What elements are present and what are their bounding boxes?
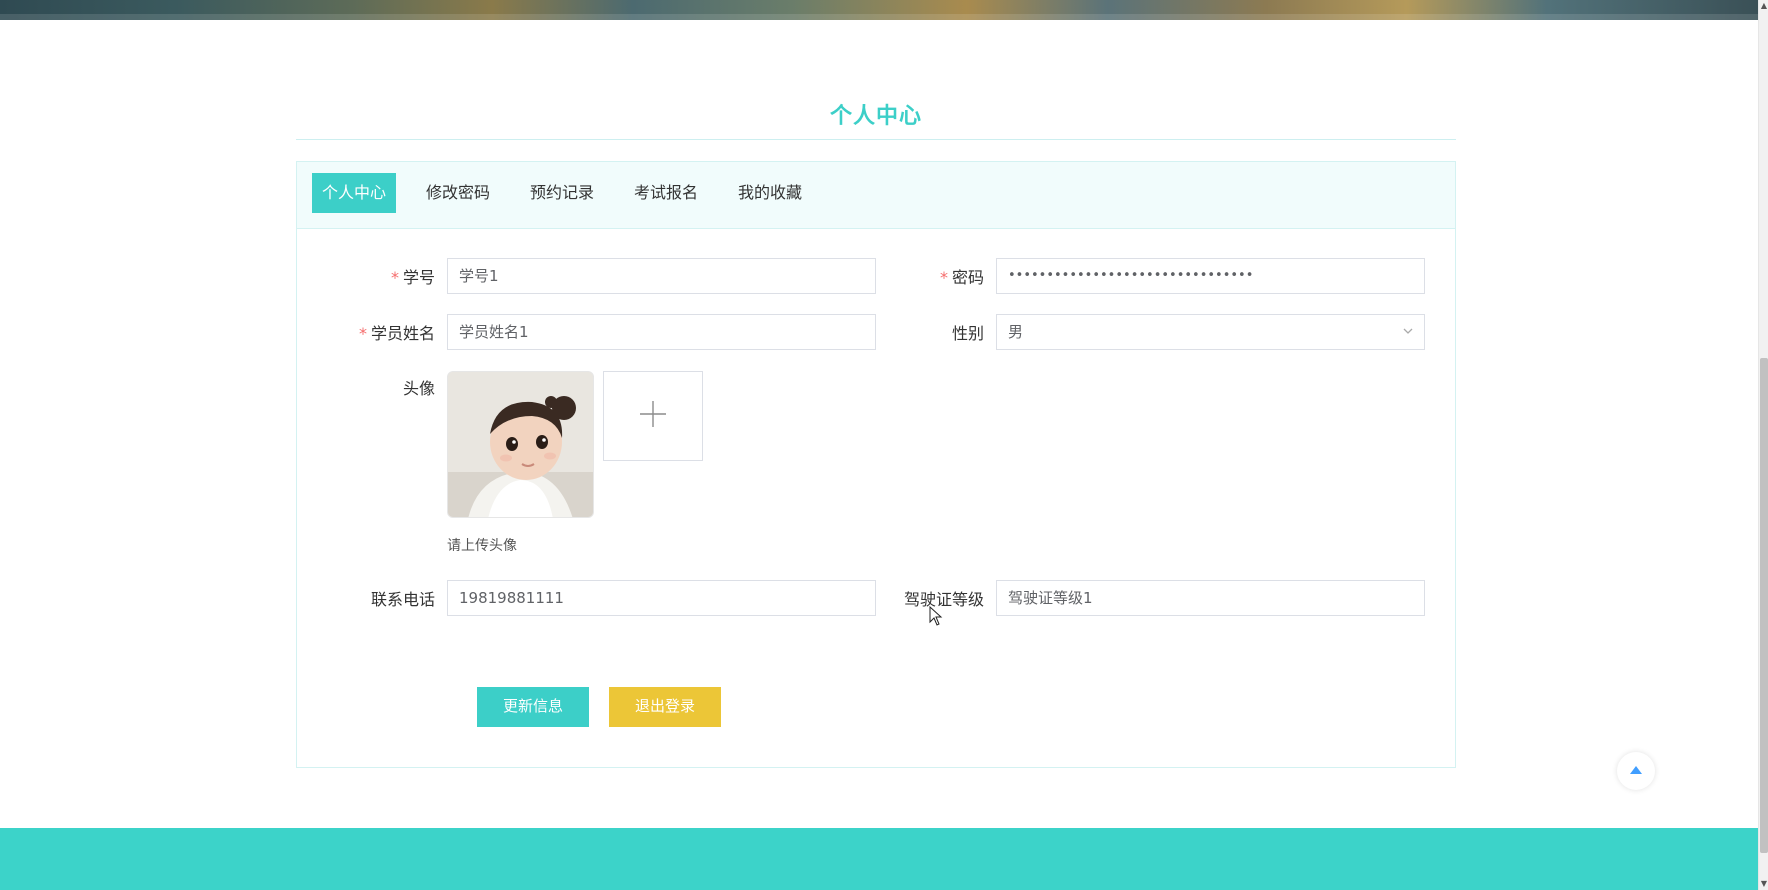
update-info-button[interactable]: 更新信息: [477, 687, 589, 727]
student-id-label: * 学号: [305, 264, 435, 288]
logout-button[interactable]: 退出登录: [609, 687, 721, 727]
tab-exam-registration[interactable]: 考试报名: [624, 173, 708, 213]
mouse-cursor-icon: [929, 605, 943, 626]
scroll-up-arrow-icon[interactable]: ▲: [1760, 2, 1768, 10]
scroll-down-arrow-icon[interactable]: ▼: [1760, 880, 1768, 888]
page-scrollbar[interactable]: ▲ ▼: [1758, 0, 1768, 890]
password-input[interactable]: ••••••••••••••••••••••••••••••••: [996, 258, 1425, 294]
gender-select[interactable]: 男: [996, 314, 1425, 350]
phone-input[interactable]: 19819881111: [447, 580, 876, 616]
tab-bar: 个人中心 修改密码 预约记录 考试报名 我的收藏: [297, 162, 1455, 229]
student-name-input[interactable]: 学员姓名1: [447, 314, 876, 350]
password-label: * 密码: [854, 264, 984, 288]
page-title: 个人中心: [829, 104, 922, 129]
required-mark: *: [358, 324, 367, 343]
gender-select-value: 男: [1008, 323, 1024, 341]
avatar-upload-button[interactable]: [603, 371, 703, 461]
avatar-label: 头像: [402, 379, 435, 398]
title-divider: [296, 139, 1456, 140]
caret-up-icon: [1629, 764, 1643, 778]
avatar-image[interactable]: [447, 371, 594, 518]
avatar-upload-hint: 请上传头像: [447, 538, 517, 554]
top-banner-image: [0, 0, 1758, 20]
tab-change-password[interactable]: 修改密码: [416, 173, 500, 213]
chevron-down-icon: [1402, 315, 1414, 349]
license-level-input[interactable]: 驾驶证等级1: [996, 580, 1425, 616]
student-name-label-text: 学员姓名: [370, 324, 435, 343]
password-label-text: 密码: [951, 268, 984, 287]
student-name-label: * 学员姓名: [305, 320, 435, 344]
required-mark: *: [939, 268, 948, 287]
tab-my-favorites[interactable]: 我的收藏: [728, 173, 812, 213]
gender-label: 性别: [951, 324, 984, 343]
student-id-input[interactable]: 学号1: [447, 258, 876, 294]
back-to-top-button[interactable]: [1617, 752, 1655, 790]
license-level-label: 驾驶证等级: [903, 590, 984, 609]
tab-profile[interactable]: 个人中心: [312, 173, 397, 213]
tab-booking-records[interactable]: 预约记录: [520, 173, 604, 213]
student-id-label-text: 学号: [402, 268, 435, 287]
plus-icon: [638, 399, 668, 433]
phone-label: 联系电话: [370, 590, 435, 609]
page-footer: [0, 828, 1758, 890]
scroll-thumb[interactable]: [1760, 358, 1768, 853]
required-mark: *: [390, 268, 399, 287]
